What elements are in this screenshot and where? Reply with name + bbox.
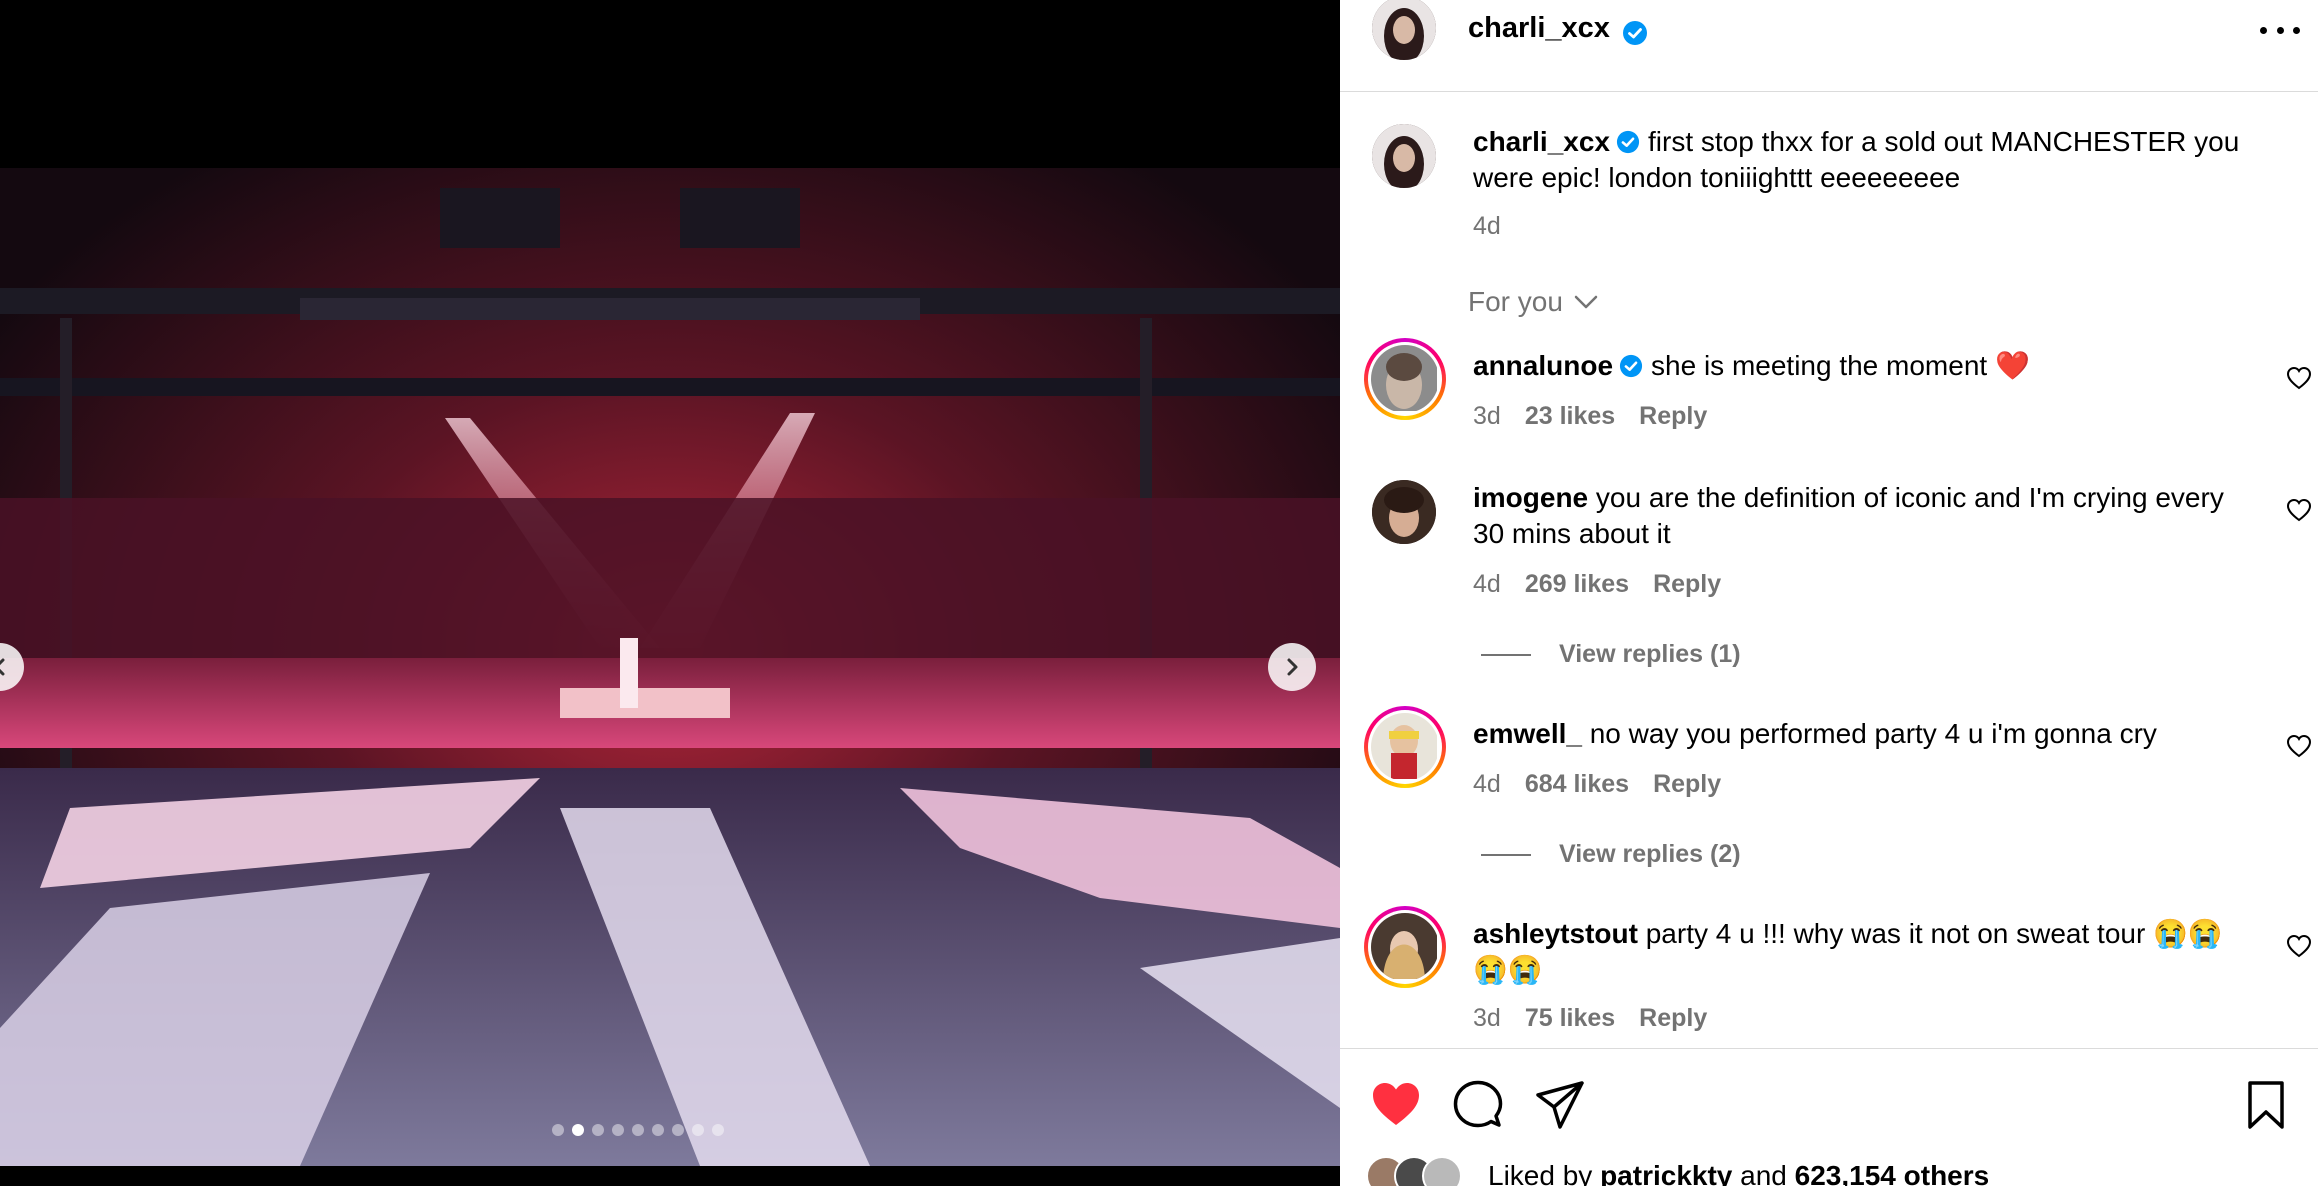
user-avatar-image [1371,345,1437,411]
view-replies-button[interactable]: View replies (1) [1481,640,1741,669]
more-options-button[interactable] [2260,20,2300,40]
comment-username[interactable]: emwell_ [1473,718,1582,749]
post-media-panel [0,0,1340,1186]
carousel-dots [552,1124,724,1136]
comment-likes[interactable]: 75 likes [1525,1004,1615,1033]
carousel-dot [572,1124,584,1136]
post-side-panel: charli_xcx charli_xcx first stop thxx for… [1340,0,2318,1186]
story-ring-avatar[interactable] [1364,906,1446,988]
comment-meta: 4d 269 likes Reply [1473,570,1721,599]
caption-author-avatar[interactable] [1372,124,1436,188]
story-ring-avatar[interactable] [1364,706,1446,788]
verified-badge-icon [1616,130,1640,154]
comment-time[interactable]: 4d [1473,570,1501,599]
comment-meta: 4d 684 likes Reply [1473,770,1721,799]
comment-username[interactable]: annalunoe [1473,350,1613,381]
user-avatar-image [1371,713,1437,779]
author-username[interactable]: charli_xcx [1468,12,1610,44]
carousel-dot [692,1124,704,1136]
view-replies-label: View replies (2) [1559,840,1741,868]
comment-time[interactable]: 4d [1473,770,1501,799]
comment-username[interactable]: imogene [1473,482,1588,513]
reply-button[interactable]: Reply [1653,570,1721,599]
comment-text-line: ashleytstout party 4 u !!! why was it no… [1473,916,2233,988]
liker-username[interactable]: patrickkty [1600,1160,1732,1186]
user-avatar[interactable] [1372,480,1436,544]
comment-sort-label: For you [1468,286,1563,317]
more-dot [2276,26,2284,34]
carousel-dot [632,1124,644,1136]
comment-meta: 3d 23 likes Reply [1473,402,1707,431]
likes-others-count[interactable]: 623,154 others [1795,1160,1990,1186]
comment-meta: 3d 75 likes Reply [1473,1004,1707,1033]
comment-time[interactable]: 3d [1473,1004,1501,1033]
user-avatar-image [1372,480,1436,544]
comment-likes[interactable]: 684 likes [1525,770,1629,799]
carousel-dot [672,1124,684,1136]
author-header-line: charli_xcx [1468,12,1648,46]
chevron-right-icon [1287,658,1298,676]
verified-badge-icon [1623,20,1648,45]
caption-username[interactable]: charli_xcx [1473,126,1610,157]
comment-likes[interactable]: 269 likes [1525,570,1629,599]
comment-likes[interactable]: 23 likes [1525,402,1615,431]
comment-username[interactable]: ashleytstout [1473,918,1638,949]
caption-author-avatar-image [1372,124,1436,188]
concert-stage-image [0,168,1340,1166]
post-caption: charli_xcx first stop thxx for a sold out… [1473,124,2293,196]
post-timestamp[interactable]: 4d [1473,212,1501,241]
view-replies-label: View replies (1) [1559,640,1741,668]
comment-sort-dropdown[interactable]: For you [1468,286,1599,318]
author-avatar[interactable] [1372,0,1436,60]
verified-badge-icon [1619,354,1643,378]
reply-button[interactable]: Reply [1653,770,1721,799]
carousel-dot [552,1124,564,1136]
likes-prefix: Liked by [1488,1160,1593,1186]
comment-time[interactable]: 3d [1473,402,1501,431]
like-heart-icon[interactable] [1370,1079,1422,1131]
replies-divider-line [1481,653,1531,656]
more-dot [2260,26,2267,34]
carousel-dot [592,1124,604,1136]
save-bookmark-icon[interactable] [2240,1079,2292,1131]
comment-like-heart-icon[interactable] [2286,498,2312,522]
comment-bubble-icon[interactable] [1452,1079,1504,1131]
carousel-dot [712,1124,724,1136]
comment-text: she is meeting the moment ❤️ [1651,350,2030,381]
likes-summary: Liked by patrickkty and 623,154 others [1366,1156,1989,1186]
comment-text-line: imogene you are the definition of iconic… [1473,480,2233,552]
view-replies-button[interactable]: View replies (2) [1481,840,1741,869]
comment-text: no way you performed party 4 u i'm gonna… [1589,718,2157,749]
liker-avatar[interactable] [1422,1156,1462,1186]
reply-button[interactable]: Reply [1639,402,1707,431]
chevron-left-icon [0,658,5,676]
chevron-down-icon [1574,295,1598,309]
concert-photo [0,168,1340,1166]
post-header: charli_xcx [1340,0,2318,92]
likes-conj: and [1740,1160,1787,1186]
user-avatar-image [1371,913,1437,979]
carousel-dot [652,1124,664,1136]
comment-like-heart-icon[interactable] [2286,934,2312,958]
story-ring-avatar[interactable] [1364,338,1446,420]
author-avatar-image [1372,0,1436,60]
carousel-dot [612,1124,624,1136]
comment-text-line: annalunoe she is meeting the moment ❤️ [1473,348,2233,384]
replies-divider-line [1481,853,1531,856]
more-dot [2293,26,2300,34]
next-image-button[interactable] [1268,643,1316,691]
share-paper-plane-icon[interactable] [1534,1079,1586,1131]
reply-button[interactable]: Reply [1639,1004,1707,1033]
comment-like-heart-icon[interactable] [2286,366,2312,390]
comment-like-heart-icon[interactable] [2286,734,2312,758]
comment-text-line: emwell_ no way you performed party 4 u i… [1473,716,2233,752]
